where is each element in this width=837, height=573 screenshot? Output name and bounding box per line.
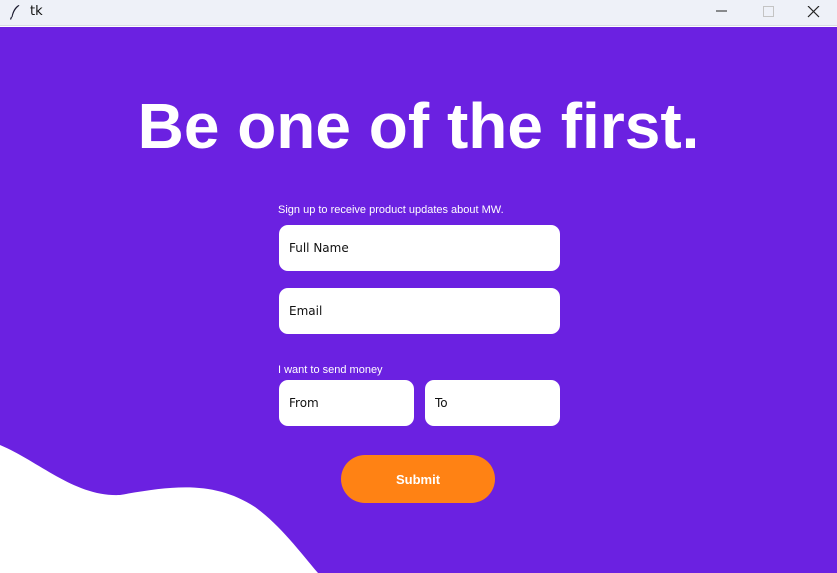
signup-caption: Sign up to receive product updates about…	[278, 204, 504, 216]
email-field[interactable]	[279, 288, 560, 334]
feather-icon	[9, 5, 20, 20]
full-name-field[interactable]	[279, 225, 560, 271]
from-input[interactable]	[289, 396, 414, 410]
to-input[interactable]	[435, 396, 560, 410]
submit-button[interactable]: Submit	[341, 455, 495, 503]
to-field[interactable]	[425, 380, 560, 426]
window-title: tk	[30, 4, 43, 19]
from-field[interactable]	[279, 380, 414, 426]
maximize-button[interactable]	[745, 0, 791, 26]
send-money-caption: I want to send money	[278, 364, 383, 376]
email-input[interactable]	[289, 304, 560, 318]
page-title: Be one of the first.	[137, 90, 700, 162]
maximize-icon	[763, 6, 774, 17]
close-button[interactable]	[791, 0, 837, 26]
window-titlebar: tk	[0, 0, 837, 26]
signup-panel: Be one of the first. Sign up to receive …	[0, 27, 837, 573]
minimize-button[interactable]	[699, 0, 745, 26]
close-icon	[807, 6, 820, 18]
minimize-icon	[716, 10, 727, 12]
full-name-input[interactable]	[289, 241, 560, 255]
